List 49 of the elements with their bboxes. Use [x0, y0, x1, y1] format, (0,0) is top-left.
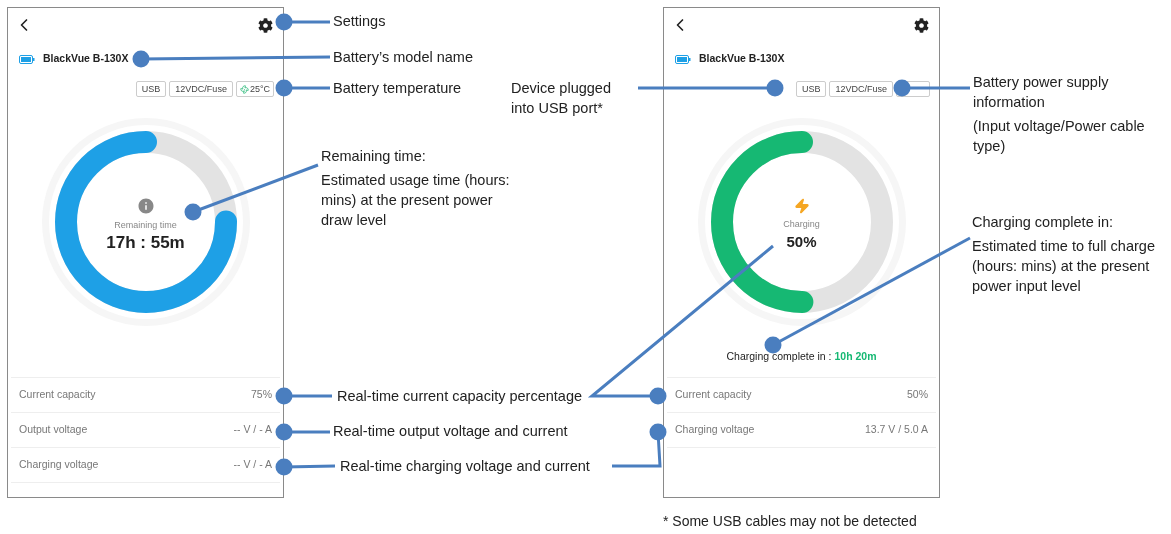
row-value: -- V / - A — [233, 457, 272, 473]
info-icon[interactable] — [136, 197, 155, 216]
battery-icon — [19, 54, 35, 64]
callout-text: Estimated usage time (hours: mins) at the present power draw level — [321, 171, 511, 230]
callout-title: Remaining time: — [321, 147, 427, 166]
callout-title: Real-time charging voltage and current — [340, 457, 590, 476]
row-value: -- V / - A — [233, 422, 272, 438]
gauge-value: 17h : 55m — [106, 232, 185, 253]
callout-title: Battery’s model name — [333, 48, 473, 67]
battery-icon — [675, 54, 691, 64]
settings-icon[interactable] — [258, 17, 273, 33]
gauge-label: Charging — [783, 218, 820, 232]
row-label: Output voltage — [19, 422, 88, 438]
leader-line — [275, 458, 336, 476]
callout-title: Battery power supply information — [973, 73, 1110, 112]
callout-title: Device plugged into USB port* — [511, 79, 612, 118]
temperature-tag: 25°C — [235, 81, 274, 97]
settings-icon[interactable] — [914, 17, 929, 33]
cable-tag: 12VDC/Fuse — [829, 81, 893, 97]
row-value: 50% — [907, 387, 928, 403]
cable-tag: USB — [135, 81, 167, 97]
callout-title: Battery temperature — [333, 79, 462, 98]
charge-time-text: Charging complete in : 10h 20m — [726, 348, 877, 364]
row-label: Charging voltage — [675, 422, 755, 438]
leader-line — [275, 423, 330, 441]
fan-icon — [239, 84, 249, 94]
model-name: BlackVue B-130X — [699, 51, 785, 67]
leader-line — [275, 387, 332, 405]
footnote: * Some USB cables may not be detected — [663, 512, 917, 531]
callout-text: (Input voltage/Power cable type) — [973, 117, 1146, 156]
gauge-label: Remaining time — [114, 219, 177, 233]
row-label: Charging voltage — [19, 457, 99, 473]
model-name: BlackVue B-130X — [43, 51, 129, 67]
cable-tag: 12VDC/Fuse — [169, 81, 233, 97]
row-value: 75% — [251, 387, 272, 403]
gauge-value: 50% — [786, 231, 817, 252]
row-label: Current capacity — [675, 387, 752, 403]
callout-title: Charging complete in: — [972, 213, 1115, 232]
callout-title: Settings — [333, 12, 386, 31]
lightning-icon — [793, 198, 810, 215]
callout-title: Real-time current capacity percentage — [337, 387, 582, 406]
leader-line — [275, 79, 330, 97]
cable-tag: USB — [795, 81, 827, 97]
row-value: 13.7 V / 5.0 A — [864, 422, 928, 438]
leader-line — [275, 13, 330, 31]
callout-title: Real-time output voltage and current — [333, 422, 568, 441]
callout-text: Estimated time to full charge (hours: mins) at the present power input level — [972, 237, 1156, 296]
leader-line — [612, 423, 667, 468]
row-label: Current capacity — [19, 387, 96, 403]
